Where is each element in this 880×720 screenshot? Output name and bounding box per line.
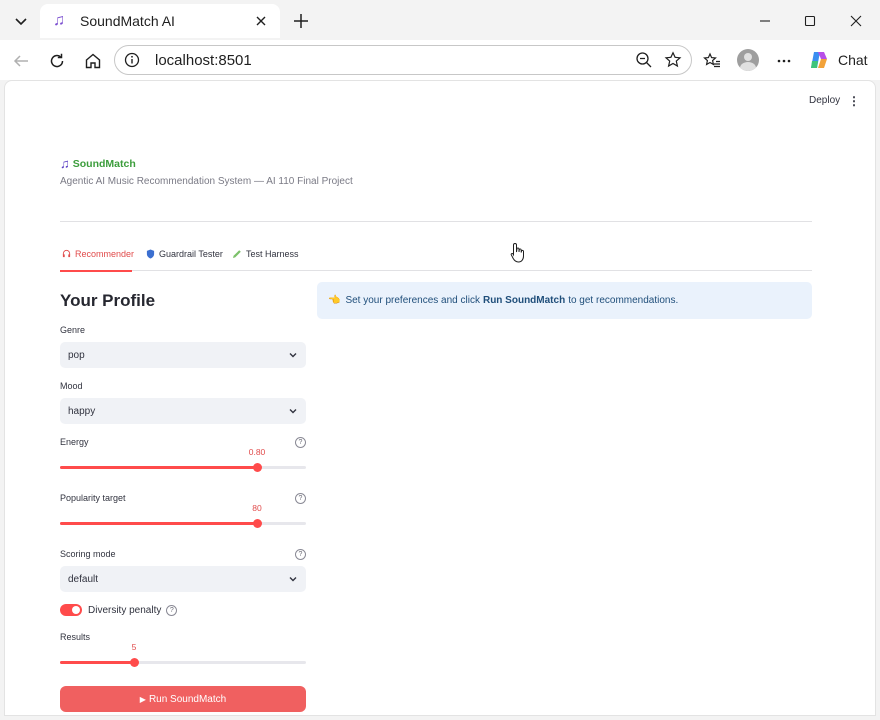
scoring-label: Scoring mode [60,549,116,559]
tab-list-chevron-icon[interactable] [8,8,34,34]
profile-heading: Your Profile [60,291,156,310]
help-icon[interactable]: ? [295,437,306,448]
new-tab-plus-icon[interactable] [289,9,313,33]
mood-select[interactable]: happy [60,398,306,424]
scoring-value: default [68,573,99,585]
favorites-icon[interactable] [699,48,725,74]
help-icon[interactable]: ? [166,604,178,616]
maximize-icon[interactable] [798,9,822,33]
tab-label: Recommender [75,249,135,259]
home-icon[interactable] [80,48,106,74]
divider [60,221,812,222]
tab-guardrail-tester[interactable]: Guardrail Tester [144,249,223,271]
genre-value: pop [68,349,85,361]
pencil-icon [231,249,243,259]
mood-value: happy [68,405,96,417]
app-brand: ♫ SoundMatch [60,156,136,171]
address-bar[interactable]: localhost:8501 [114,45,692,75]
browser-tab-bar: ♫ SoundMatch AI [0,0,880,40]
energy-label: Energy [60,437,89,447]
shield-icon [144,249,156,259]
chat-label: Chat [838,52,868,68]
site-info-icon[interactable] [123,51,141,69]
brand-title: SoundMatch [72,157,136,170]
play-icon: ▶ [139,694,146,704]
close-icon[interactable] [252,12,270,30]
profile-avatar[interactable] [737,49,759,71]
diversity-toggle[interactable] [60,604,82,616]
diversity-label: Diversity penalty [88,604,162,616]
slider-value: 0.80 [248,447,266,457]
browser-tab[interactable]: ♫ SoundMatch AI [40,4,280,38]
run-soundmatch-button[interactable]: ▶ Run SoundMatch [60,686,306,712]
energy-slider[interactable]: 0.80 [60,447,306,474]
copilot-chat-button[interactable]: Chat [808,47,868,73]
scoring-select[interactable]: default [60,566,306,592]
app-menu-kebab-icon[interactable]: ⋮ [848,94,860,108]
minimize-icon[interactable] [753,9,777,33]
headphones-icon [60,249,72,258]
hand-cursor-icon [510,242,524,263]
tab-label: Guardrail Tester [159,249,223,259]
popularity-label: Popularity target [60,493,126,503]
back-arrow-icon[interactable] [8,48,34,74]
info-bold: Run SoundMatch [482,295,566,306]
chevron-down-icon [288,406,298,416]
deploy-button[interactable]: Deploy [809,95,840,106]
chevron-down-icon [288,350,298,360]
help-icon[interactable]: ? [295,549,306,560]
music-note-icon: ♫ [60,156,70,171]
more-menu-icon[interactable] [771,48,797,74]
slider-value: 5 [131,642,137,652]
slider-thumb[interactable] [130,658,139,667]
tab-label: Test Harness [246,249,299,259]
slider-value: 80 [252,503,262,513]
genre-label: Genre [60,325,86,335]
run-button-label: Run SoundMatch [148,693,227,705]
app-tabs: Recommender Guardrail Tester Test Harnes… [60,249,812,271]
refresh-icon[interactable] [44,48,70,74]
slider-thumb[interactable] [253,463,262,472]
slider-fill [60,661,134,664]
slider-thumb[interactable] [253,519,262,528]
active-tab-indicator [60,270,132,272]
pointing-hand-icon: 👈 [328,295,341,306]
tab-test-harness[interactable]: Test Harness [231,249,299,271]
address-text[interactable]: localhost:8501 [155,52,633,69]
chevron-down-icon [288,574,298,584]
music-note-icon: ♫ [53,12,65,29]
zoom-out-icon[interactable] [633,49,655,71]
app-viewport: Deploy ⋮ ♫ SoundMatch Agentic AI Music R… [4,80,876,716]
diversity-toggle-row: Diversity penalty ? [60,604,178,616]
info-prefix: Set your preferences and click [345,295,480,306]
results-slider[interactable]: 5 [60,642,306,669]
genre-select[interactable]: pop [60,342,306,368]
slider-fill [60,466,257,469]
star-favorite-icon[interactable] [662,49,684,71]
app-subtitle: Agentic AI Music Recommendation System —… [60,176,353,187]
results-label: Results [60,632,91,642]
toggle-knob [72,606,80,614]
info-message: 👈 Set your preferences and click Run Sou… [317,282,812,319]
window-close-icon[interactable] [844,9,868,33]
tab-recommender[interactable]: Recommender [60,249,134,271]
copilot-logo-icon [811,52,827,68]
popularity-slider[interactable]: 80 [60,503,306,530]
mood-label: Mood [60,381,83,391]
help-icon[interactable]: ? [295,493,306,504]
slider-fill [60,522,257,525]
info-suffix: to get recommendations. [568,295,679,306]
tab-title: SoundMatch AI [80,13,175,29]
